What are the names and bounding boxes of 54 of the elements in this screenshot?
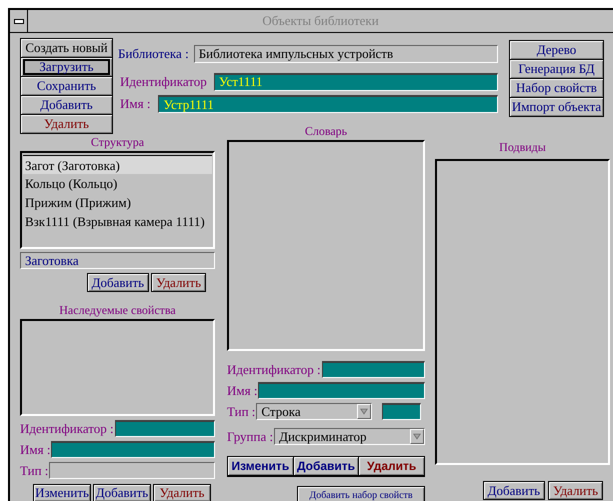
input-field[interactable] (258, 382, 425, 399)
delete-button[interactable]: Удалить (20, 114, 113, 134)
group-select[interactable]: Дискриминатор (274, 428, 425, 445)
caret-icon (360, 408, 368, 415)
field-label: Идентификатор : (20, 420, 114, 436)
section-title: Словарь (304, 124, 348, 138)
list-item[interactable]: Загот (Заготовка) (23, 155, 212, 174)
toolbar-button[interactable]: Добавить (20, 95, 113, 115)
input-field[interactable] (322, 361, 425, 378)
dropdown-button[interactable] (357, 404, 372, 419)
caret-icon (413, 433, 421, 440)
button[interactable]: Добавить (482, 481, 546, 500)
button[interactable]: Добавить (93, 484, 151, 501)
button[interactable]: Изменить (227, 456, 294, 477)
field-label: Тип : (227, 404, 256, 420)
field-label: Имя : (227, 382, 258, 398)
field-label: Идентификатор : (227, 362, 321, 378)
button[interactable]: Удалить (153, 484, 211, 501)
window-title: Объекты библиотеки (261, 13, 380, 29)
toolbar-button[interactable]: Сохранить (20, 76, 113, 96)
field-label: Имя : (20, 442, 50, 458)
list-item[interactable]: Взк1111 (Взрывная камера 1111) (23, 212, 212, 231)
input-field[interactable] (382, 403, 422, 420)
list-item[interactable]: Прижим (Прижим) (23, 193, 212, 212)
button[interactable]: Удалить (548, 481, 603, 500)
button[interactable]: Набор свойств (509, 78, 604, 98)
section-title: Наследуемые свойства (58, 303, 177, 317)
name-field[interactable]: Устр1111 (158, 95, 498, 113)
section-title: Подвиды (498, 140, 547, 154)
button[interactable]: Генерация БД (509, 59, 604, 79)
list-item[interactable]: Кольцо (Кольцо) (23, 174, 212, 193)
type-select[interactable]: Строка (256, 403, 372, 420)
field-label: Идентификатор (120, 74, 207, 90)
button[interactable]: Изменить (33, 484, 91, 501)
button[interactable]: Добавить набор свойств (297, 486, 425, 501)
input-field[interactable] (51, 441, 215, 458)
toolbar-button[interactable]: Загрузить (20, 57, 113, 77)
toolbar-button[interactable]: Создать новый (20, 38, 113, 58)
field-label: Группа : (227, 428, 274, 444)
field-label: Библиотека : (118, 46, 189, 62)
button[interactable]: Импорт объекта (509, 97, 604, 117)
library-field[interactable]: Библиотека импульсных устройств (194, 45, 498, 63)
button[interactable]: Добавить (292, 456, 360, 477)
input-field[interactable]: Заготовка (20, 252, 215, 269)
field-label: Тип : (20, 462, 48, 478)
button[interactable]: Удалить (151, 273, 206, 292)
identifier-field[interactable]: Уст1111 (214, 72, 498, 90)
input-field[interactable] (114, 420, 215, 437)
field-label: Имя : (120, 96, 150, 112)
button[interactable]: Добавить (86, 273, 150, 292)
button[interactable]: Дерево (509, 40, 604, 60)
section-title: Структура (90, 135, 146, 149)
dropdown-button[interactable] (410, 429, 424, 444)
button[interactable]: Удалить (358, 456, 426, 477)
